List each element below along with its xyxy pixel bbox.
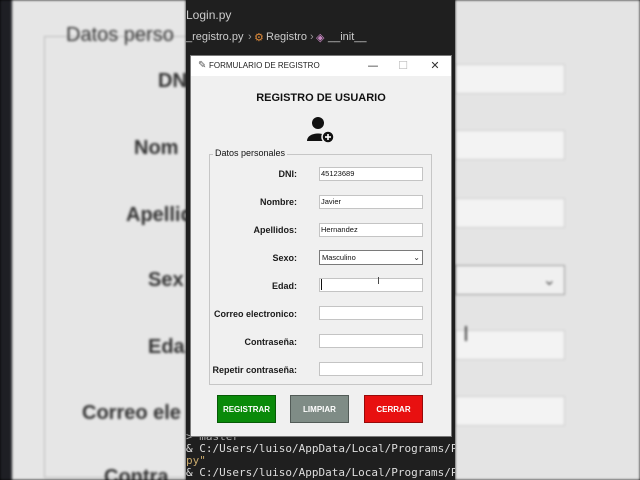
window-title: FORMULARIO DE REGISTRO	[209, 61, 320, 70]
form-heading: REGISTRO DE USUARIO	[256, 92, 386, 104]
maximize-button[interactable]: ☐	[393, 59, 413, 73]
registration-window: ✎ FORMULARIO DE REGISTRO — ☐ ✕ REGISTRO …	[190, 55, 452, 437]
background-group-label: Datos perso	[66, 24, 174, 46]
contrasena-label: Contraseña:	[244, 337, 297, 347]
sexo-label: Sexo:	[272, 253, 297, 263]
chevron-right-icon: ›	[248, 31, 252, 43]
chevron-down-icon: ⌄	[413, 253, 420, 262]
breadcrumb-file[interactable]: _registro.py	[186, 31, 243, 43]
chevron-right-icon: ›	[310, 31, 314, 43]
sexo-select-value: Masculino	[322, 253, 356, 262]
correo-label: Correo electronico:	[213, 309, 297, 319]
terminal-line: & C:/Users/luiso/AppData/Local/Programs/…	[186, 466, 455, 479]
background-right: ⌄ I	[455, 0, 640, 480]
background-label-contrasena: Contra	[104, 466, 169, 480]
background-field	[455, 396, 565, 426]
background-label-edad: Eda	[148, 336, 185, 358]
edad-field[interactable]	[319, 278, 423, 292]
background-label-sexo: Sex	[148, 269, 184, 291]
close-button[interactable]: ✕	[425, 59, 445, 73]
background-label-apellidos: Apellid	[126, 204, 186, 226]
breadcrumb-class[interactable]: Registro	[266, 31, 307, 43]
add-user-icon	[307, 117, 335, 144]
text-caret	[321, 279, 322, 290]
background-field	[455, 198, 565, 228]
sexo-select[interactable]: Masculino ⌄	[319, 250, 423, 265]
apellidos-label: Apellidos:	[253, 225, 297, 235]
group-label: Datos personales	[213, 148, 288, 158]
feather-icon: ✎	[198, 60, 207, 71]
editor-tab[interactable]: Login.py	[186, 0, 455, 30]
background-field	[455, 64, 565, 94]
class-icon: ⚙	[254, 32, 264, 44]
background-label-nombre: Nom	[134, 137, 179, 159]
breadcrumb-method[interactable]: __init__	[328, 31, 367, 43]
chevron-down-icon: ⌄	[542, 270, 556, 289]
registrar-button[interactable]: REGISTRAR	[217, 395, 276, 423]
method-icon: ◈	[316, 32, 325, 44]
background-field	[455, 130, 565, 160]
cerrar-button[interactable]: CERRAR	[364, 395, 423, 423]
nombre-label: Nombre:	[259, 197, 297, 207]
background-editor-strip	[0, 0, 12, 480]
editor-tab-label: Login.py	[186, 8, 232, 22]
background-left: Datos perso DNI Nom Apellid Sex Eda Corr…	[0, 0, 186, 480]
apellidos-field[interactable]: Hernandez	[319, 223, 423, 237]
edad-label: Edad:	[271, 281, 297, 291]
dni-field[interactable]: 45123689	[319, 167, 423, 181]
breadcrumb: _registro.py › ⚙ Registro › ◈ __init__	[186, 30, 455, 50]
text-cursor-icon: I	[463, 322, 469, 346]
text-cursor-icon: I	[377, 276, 380, 287]
repetir-contrasena-label: Repetir contraseña:	[212, 365, 297, 375]
limpiar-button[interactable]: LIMPIAR	[290, 395, 349, 423]
minimize-button[interactable]: —	[363, 59, 383, 73]
nombre-field[interactable]: Javier	[319, 195, 423, 209]
background-label-correo: Correo ele	[82, 402, 181, 424]
background-label-dni: DNI	[158, 70, 186, 92]
title-bar[interactable]: ✎ FORMULARIO DE REGISTRO — ☐ ✕	[191, 56, 451, 76]
background-select: ⌄	[455, 265, 565, 295]
dni-label: DNI:	[278, 169, 298, 179]
repetir-contrasena-field[interactable]	[319, 362, 423, 376]
contrasena-field[interactable]	[319, 334, 423, 348]
correo-field[interactable]	[319, 306, 423, 320]
background-field	[455, 330, 565, 360]
personal-data-group	[209, 154, 432, 385]
